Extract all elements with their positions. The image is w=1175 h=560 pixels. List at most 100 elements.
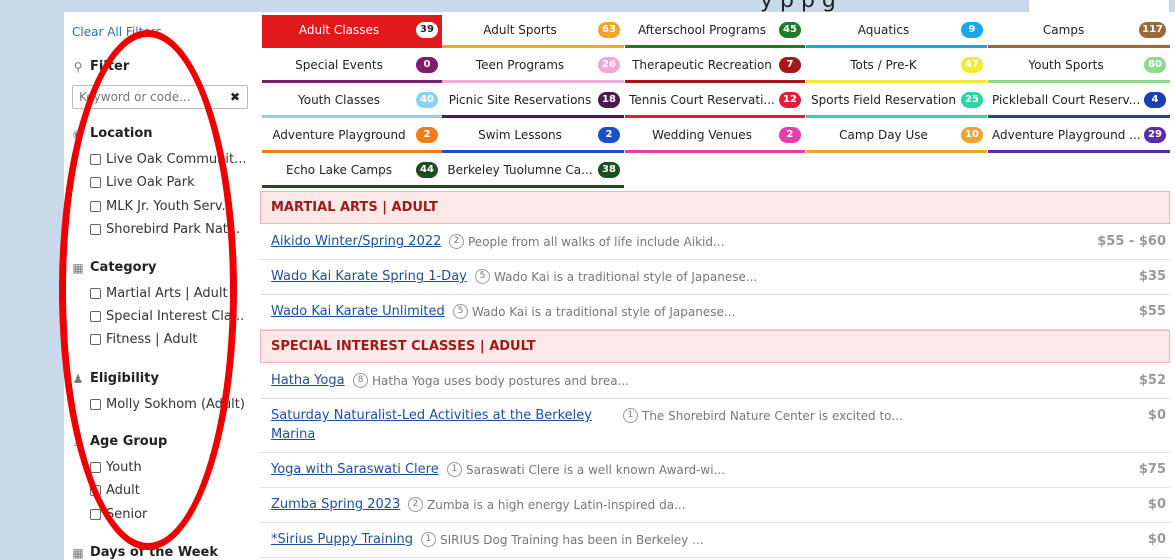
tab-echo-lake-camps[interactable]: Echo Lake Camps 44 [262,155,442,188]
program-title-link[interactable]: Zumba Spring 2023 [271,497,400,512]
program-title-link[interactable]: Wado Kai Karate Unlimited [271,304,445,319]
tab-youth-sports[interactable]: Youth Sports 80 [988,50,1170,83]
program-title-link[interactable]: Hatha Yoga [271,373,345,388]
tab-count-badge: 38 [598,162,620,178]
main-content: Adult Classes 39 Adult Sports 63 Afterschool… [260,12,1175,560]
program-price: $0 [1147,408,1166,423]
tab-label: Wedding Venues [652,128,752,142]
tab-adult-classes[interactable]: Adult Classes 39 [262,15,442,48]
category-section-title: ▦ Category [72,260,157,275]
program-price: $55 [1138,304,1166,319]
tab-count-badge: 39 [416,22,438,38]
tab-label: Swim Lessons [478,128,562,142]
location-option[interactable]: Shorebird Park Nat... [90,222,255,237]
tab-tots-pre-k[interactable]: Tots / Pre-K 47 [806,50,987,83]
checkbox[interactable] [90,154,101,165]
program-meta: 5 Wado Kai is a traditional style of Japa… [453,304,735,319]
age-group-option[interactable]: Youth [90,460,255,475]
tab-label: Adventure Playground [272,128,406,142]
program-description: SIRIUS Dog Training has been in Berkeley… [440,532,704,547]
eligibility-section-title: ♟ Eligibility [72,371,159,386]
checkbox[interactable] [90,311,101,322]
keyword-input[interactable] [73,89,230,105]
tab-aquatics[interactable]: Aquatics 9 [806,15,987,48]
program-price: $52 [1138,373,1166,388]
tab-label: Aquatics [857,23,910,37]
tab-pickleball-court-reserv[interactable]: Pickleball Court Reserv... 4 [988,85,1170,118]
people-icon: ♙ [72,434,84,449]
tab-count-badge: 7 [779,57,801,73]
tab-picnic-site-reservations[interactable]: Picnic Site Reservations 18 [442,85,624,118]
session-count-badge: 5 [453,304,468,319]
checkbox[interactable] [90,334,101,345]
map-marker-icon: ◉ [72,126,84,141]
eligibility-option[interactable]: Molly Sokhom (Adult) [90,397,255,412]
category-option[interactable]: Special Interest Cla... [90,309,255,324]
checkbox[interactable] [90,485,101,496]
tab-label: Sports Field Reservation [811,93,956,107]
tab-count-badge: 63 [598,22,620,38]
tab-tennis-court-reservati[interactable]: Tennis Court Reservati... 12 [625,85,805,118]
tab-count-badge: 12 [779,92,801,108]
tab-special-events[interactable]: Special Events 0 [262,50,442,83]
location-option[interactable]: Live Oak Park [90,175,255,190]
tab-swim-lessons[interactable]: Swim Lessons 2 [442,120,624,153]
tab-therapeutic-recreation[interactable]: Therapeutic Recreation 7 [625,50,805,83]
category-option[interactable]: Fitness | Adult [90,332,255,347]
tab-berkeley-tuolumne-ca[interactable]: Berkeley Tuolumne Ca... 38 [442,155,624,188]
category-header: SPECIAL INTEREST CLASSES | ADULT [260,330,1170,363]
program-meta: 2 People from all walks of life include A… [449,234,724,249]
program-row: Wado Kai Karate Unlimited 5 Wado Kai is a … [260,295,1170,330]
program-title-link[interactable]: Wado Kai Karate Spring 1-Day [271,269,467,284]
program-meta: 5 Wado Kai is a traditional style of Japa… [475,269,757,284]
checkbox[interactable] [90,399,101,410]
program-description: People from all walks of life include Ai… [468,234,725,249]
checkbox[interactable] [90,288,101,299]
tab-teen-programs[interactable]: Teen Programs 26 [442,50,624,83]
tab-count-badge: 2 [416,127,438,143]
days-section-title: ▦ Days of the Week [72,545,218,560]
checkbox[interactable] [90,509,101,520]
tab-count-badge: 0 [416,57,438,73]
tab-label: Camp Day Use [839,128,928,142]
checkbox[interactable] [90,224,101,235]
tab-wedding-venues[interactable]: Wedding Venues 2 [625,120,805,153]
checkbox[interactable] [90,177,101,188]
checkbox[interactable] [90,462,101,473]
program-price: $0 [1147,532,1166,547]
program-title-link[interactable]: Saturday Naturalist-Led Activities at th… [271,408,592,423]
age-group-section-title: ♙ Age Group [72,434,168,449]
program-title-link[interactable]: Yoga with Saraswati Clere [271,462,439,477]
keyword-search-field[interactable]: ✖ [72,85,248,109]
tab-youth-classes[interactable]: Youth Classes 40 [262,85,442,118]
program-title-link[interactable]: Aikido Winter/Spring 2022 [271,234,441,249]
tab-camps[interactable]: Camps 117 [988,15,1170,48]
program-price: $0 [1147,497,1166,512]
filter-sidebar: Clear All Filters ⚲ Filter ✖ ◉ Location … [64,12,260,560]
program-description: Wado Kai is a traditional style of Japan… [494,269,758,284]
tab-label: Tennis Court Reservati... [629,93,775,107]
tab-count-badge: 44 [416,162,438,178]
tab-adult-sports[interactable]: Adult Sports 63 [442,15,624,48]
location-option[interactable]: Live Oak Communit... [90,152,255,167]
program-title-link-cont[interactable]: Marina [271,427,315,442]
age-group-option[interactable]: Senior [90,507,255,522]
tab-afterschool-programs[interactable]: Afterschool Programs 45 [625,15,805,48]
tab-sports-field-reservation[interactable]: Sports Field Reservation 25 [806,85,987,118]
program-row: *Sirius Puppy Training 1 SIRIUS Dog Traini… [260,523,1170,558]
filter-section-title: ⚲ Filter [73,59,130,74]
location-option[interactable]: MLK Jr. Youth Serv... [90,199,255,214]
tab-count-badge: 4 [1144,92,1166,108]
tab-adventure-playground[interactable]: Adventure Playground ... 29 [988,120,1170,153]
tab-camp-day-use[interactable]: Camp Day Use 10 [806,120,987,153]
program-title-link[interactable]: *Sirius Puppy Training [271,532,413,547]
checkbox[interactable] [90,201,101,212]
tab-adventure-playground[interactable]: Adventure Playground 2 [262,120,442,153]
category-option[interactable]: Martial Arts | Adult [90,286,255,301]
clear-all-filters-link[interactable]: Clear All Filters [72,25,162,39]
program-description: Wado Kai is a traditional style of Japan… [472,304,736,319]
age-group-option[interactable]: Adult [90,483,255,498]
session-count-badge: 8 [353,373,368,388]
program-price: $35 [1138,269,1166,284]
clear-keyword-icon[interactable]: ✖ [230,90,247,104]
